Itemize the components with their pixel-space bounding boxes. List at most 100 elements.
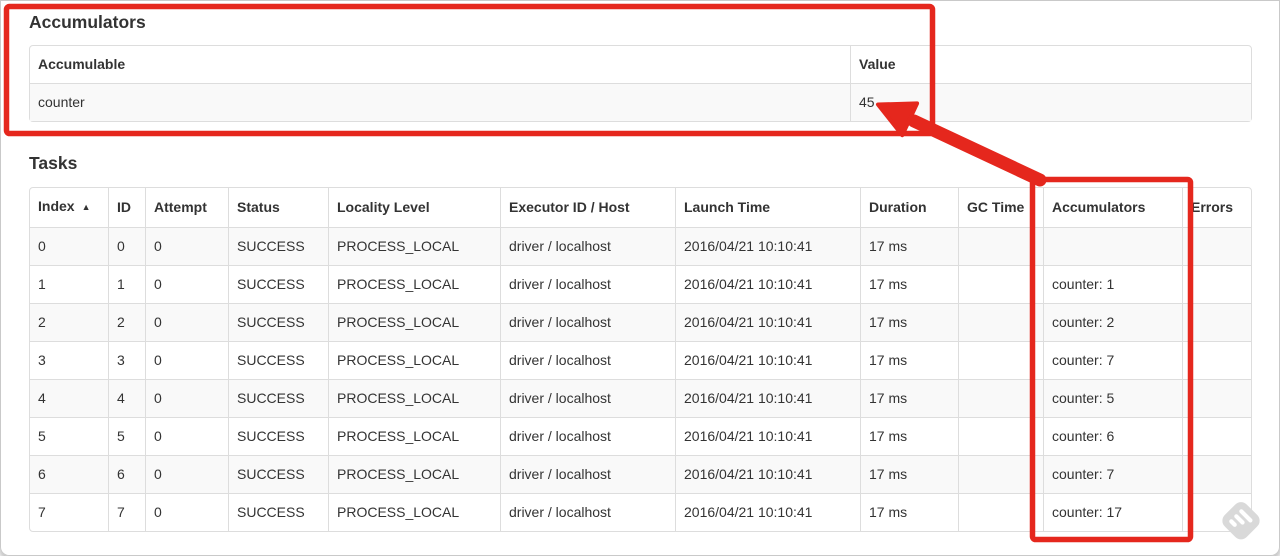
cell-attempt: 0: [145, 493, 228, 531]
column-header-executor-id-host[interactable]: Executor ID / Host: [500, 188, 675, 227]
cell-accumulators: counter: 5: [1043, 379, 1182, 417]
cell-accumulators: [1043, 227, 1182, 265]
cell-gc-time: [958, 455, 1043, 493]
cell-executor-id-host: driver / localhost: [500, 417, 675, 455]
cell-executor-id-host: driver / localhost: [500, 379, 675, 417]
accumulators-table: Accumulable Value counter 45: [29, 45, 1252, 122]
cell-gc-time: [958, 341, 1043, 379]
cell-locality-level: PROCESS_LOCAL: [328, 493, 500, 531]
tasks-table: Index ▲ ID Attempt Status Locality Level …: [29, 187, 1252, 532]
table-header-row: Accumulable Value: [30, 46, 1251, 83]
cell-duration: 17 ms: [860, 227, 958, 265]
table-row: 1 1 0 SUCCESS PROCESS_LOCAL driver / loc…: [30, 265, 1251, 303]
tasks-section-heading: Tasks: [29, 153, 78, 173]
column-header-id[interactable]: ID: [108, 188, 145, 227]
cell-index: 5: [30, 417, 108, 455]
cell-errors: [1182, 455, 1251, 493]
table-row: 4 4 0 SUCCESS PROCESS_LOCAL driver / loc…: [30, 379, 1251, 417]
cell-launch-time: 2016/04/21 10:10:41: [675, 265, 860, 303]
cell-errors: [1182, 493, 1251, 531]
cell-index: 7: [30, 493, 108, 531]
sort-ascending-icon[interactable]: ▲: [82, 202, 91, 212]
cell-duration: 17 ms: [860, 341, 958, 379]
cell-id: 6: [108, 455, 145, 493]
cell-accumulable: counter: [30, 83, 850, 121]
column-header-value[interactable]: Value: [850, 46, 1251, 83]
table-row: 0 0 0 SUCCESS PROCESS_LOCAL driver / loc…: [30, 227, 1251, 265]
column-header-attempt[interactable]: Attempt: [145, 188, 228, 227]
cell-launch-time: 2016/04/21 10:10:41: [675, 227, 860, 265]
cell-index: 0: [30, 227, 108, 265]
cell-id: 3: [108, 341, 145, 379]
cell-duration: 17 ms: [860, 379, 958, 417]
cell-id: 2: [108, 303, 145, 341]
table-row: counter 45: [30, 83, 1251, 121]
cell-index: 2: [30, 303, 108, 341]
cell-status: SUCCESS: [228, 455, 328, 493]
cell-gc-time: [958, 227, 1043, 265]
cell-gc-time: [958, 379, 1043, 417]
cell-id: 5: [108, 417, 145, 455]
cell-locality-level: PROCESS_LOCAL: [328, 265, 500, 303]
cell-accumulators: counter: 17: [1043, 493, 1182, 531]
cell-accumulators: counter: 2: [1043, 303, 1182, 341]
cell-locality-level: PROCESS_LOCAL: [328, 341, 500, 379]
cell-attempt: 0: [145, 341, 228, 379]
cell-gc-time: [958, 303, 1043, 341]
cell-launch-time: 2016/04/21 10:10:41: [675, 303, 860, 341]
cell-attempt: 0: [145, 265, 228, 303]
cell-gc-time: [958, 493, 1043, 531]
cell-gc-time: [958, 265, 1043, 303]
cell-executor-id-host: driver / localhost: [500, 455, 675, 493]
page-content: Accumulators Accumulable Value counter 4…: [0, 12, 1280, 532]
cell-errors: [1182, 379, 1251, 417]
column-header-accumulators[interactable]: Accumulators: [1043, 188, 1182, 227]
cell-accumulators: counter: 6: [1043, 417, 1182, 455]
cell-launch-time: 2016/04/21 10:10:41: [675, 493, 860, 531]
cell-index: 3: [30, 341, 108, 379]
table-row: 2 2 0 SUCCESS PROCESS_LOCAL driver / loc…: [30, 303, 1251, 341]
cell-duration: 17 ms: [860, 417, 958, 455]
table-row: 3 3 0 SUCCESS PROCESS_LOCAL driver / loc…: [30, 341, 1251, 379]
column-header-locality-level[interactable]: Locality Level: [328, 188, 500, 227]
cell-errors: [1182, 303, 1251, 341]
cell-launch-time: 2016/04/21 10:10:41: [675, 417, 860, 455]
cell-executor-id-host: driver / localhost: [500, 493, 675, 531]
cell-accumulators: counter: 7: [1043, 455, 1182, 493]
cell-errors: [1182, 417, 1251, 455]
cell-status: SUCCESS: [228, 379, 328, 417]
cell-index: 1: [30, 265, 108, 303]
column-header-gc-time[interactable]: GC Time: [958, 188, 1043, 227]
cell-locality-level: PROCESS_LOCAL: [328, 455, 500, 493]
cell-executor-id-host: driver / localhost: [500, 303, 675, 341]
column-header-errors[interactable]: Errors: [1182, 188, 1251, 227]
column-header-status[interactable]: Status: [228, 188, 328, 227]
cell-duration: 17 ms: [860, 265, 958, 303]
cell-id: 0: [108, 227, 145, 265]
column-header-duration[interactable]: Duration: [860, 188, 958, 227]
cell-locality-level: PROCESS_LOCAL: [328, 303, 500, 341]
cell-status: SUCCESS: [228, 493, 328, 531]
cell-launch-time: 2016/04/21 10:10:41: [675, 379, 860, 417]
cell-index: 4: [30, 379, 108, 417]
column-header-index[interactable]: Index ▲: [30, 188, 108, 227]
cell-executor-id-host: driver / localhost: [500, 227, 675, 265]
cell-status: SUCCESS: [228, 341, 328, 379]
column-header-index-label: Index: [38, 198, 75, 214]
cell-accumulators: counter: 1: [1043, 265, 1182, 303]
accumulators-section-heading: Accumulators: [29, 12, 146, 32]
cell-errors: [1182, 227, 1251, 265]
cell-status: SUCCESS: [228, 417, 328, 455]
cell-locality-level: PROCESS_LOCAL: [328, 417, 500, 455]
column-header-accumulable[interactable]: Accumulable: [30, 46, 850, 83]
cell-gc-time: [958, 417, 1043, 455]
cell-errors: [1182, 265, 1251, 303]
cell-id: 1: [108, 265, 145, 303]
cell-locality-level: PROCESS_LOCAL: [328, 379, 500, 417]
cell-errors: [1182, 341, 1251, 379]
cell-id: 4: [108, 379, 145, 417]
column-header-launch-time[interactable]: Launch Time: [675, 188, 860, 227]
cell-duration: 17 ms: [860, 493, 958, 531]
cell-duration: 17 ms: [860, 303, 958, 341]
cell-attempt: 0: [145, 417, 228, 455]
